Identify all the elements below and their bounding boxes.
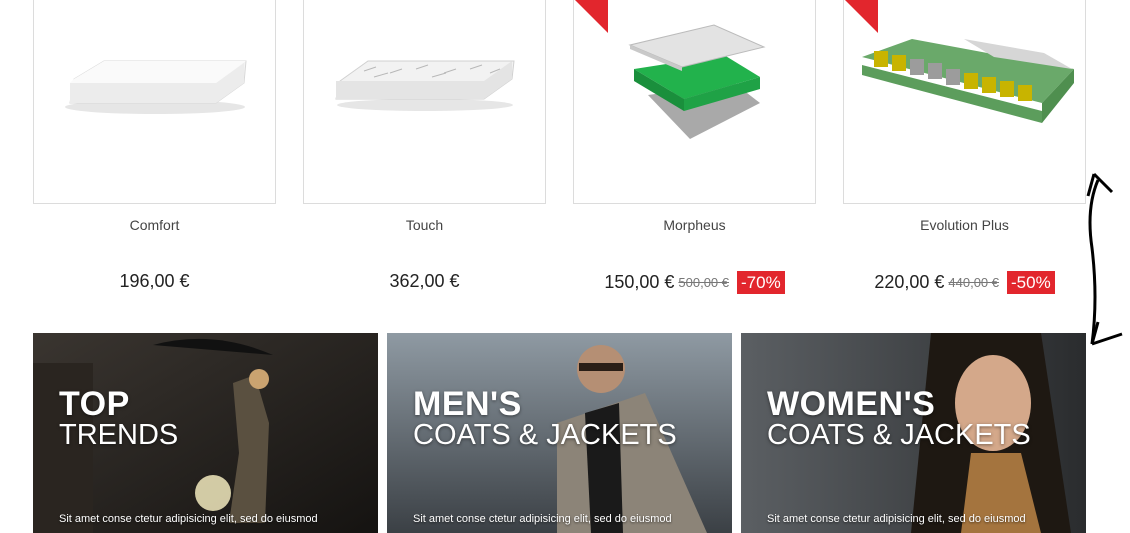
banner-mens-coats[interactable]: MEN'S COATS & JACKETS Sit amet conse cte… bbox=[387, 333, 732, 533]
price-row: 362,00 € bbox=[303, 271, 546, 292]
banner-womens-coats[interactable]: WOMEN'S COATS & JACKETS Sit amet conse c… bbox=[741, 333, 1086, 533]
double-headed-arrow-icon bbox=[1086, 172, 1123, 346]
banner-text: Sit amet conse ctetur adipisicing elit, … bbox=[59, 513, 318, 525]
price: 196,00 € bbox=[119, 271, 190, 291]
product-image-comfort[interactable] bbox=[33, 0, 276, 204]
banner-top-trends[interactable]: TOP TRENDS Sit amet conse ctetur adipisi… bbox=[33, 333, 378, 533]
banner-text: Sit amet conse ctetur adipisicing elit, … bbox=[767, 513, 1026, 525]
price: 150,00 € bbox=[604, 272, 675, 292]
banner-subtitle: COATS & JACKETS bbox=[767, 419, 1031, 451]
product-image-touch[interactable] bbox=[303, 0, 546, 204]
banner-subtitle: TRENDS bbox=[59, 419, 179, 451]
price-row: 220,00 € 440,00 € -50% bbox=[843, 271, 1086, 294]
product-image-evolution-plus[interactable] bbox=[843, 0, 1086, 204]
banner-subtitle: COATS & JACKETS bbox=[413, 419, 677, 451]
product-name[interactable]: Touch bbox=[303, 217, 546, 233]
banner-text: Sit amet conse ctetur adipisicing elit, … bbox=[413, 513, 672, 525]
product-image-morpheus[interactable] bbox=[573, 0, 816, 204]
sale-corner-icon bbox=[845, 0, 878, 33]
old-price: 440,00 € bbox=[948, 275, 999, 290]
discount-badge: -50% bbox=[1007, 271, 1055, 294]
price-row: 196,00 € bbox=[33, 271, 276, 292]
discount-badge: -70% bbox=[737, 271, 785, 294]
price-row: 150,00 € 500,00 € -70% bbox=[573, 271, 816, 294]
product-name[interactable]: Comfort bbox=[33, 217, 276, 233]
old-price: 500,00 € bbox=[678, 275, 729, 290]
product-name[interactable]: Evolution Plus bbox=[843, 217, 1086, 233]
sale-corner-icon bbox=[575, 0, 608, 33]
product-name[interactable]: Morpheus bbox=[573, 217, 816, 233]
price: 362,00 € bbox=[389, 271, 460, 291]
price: 220,00 € bbox=[874, 272, 945, 292]
